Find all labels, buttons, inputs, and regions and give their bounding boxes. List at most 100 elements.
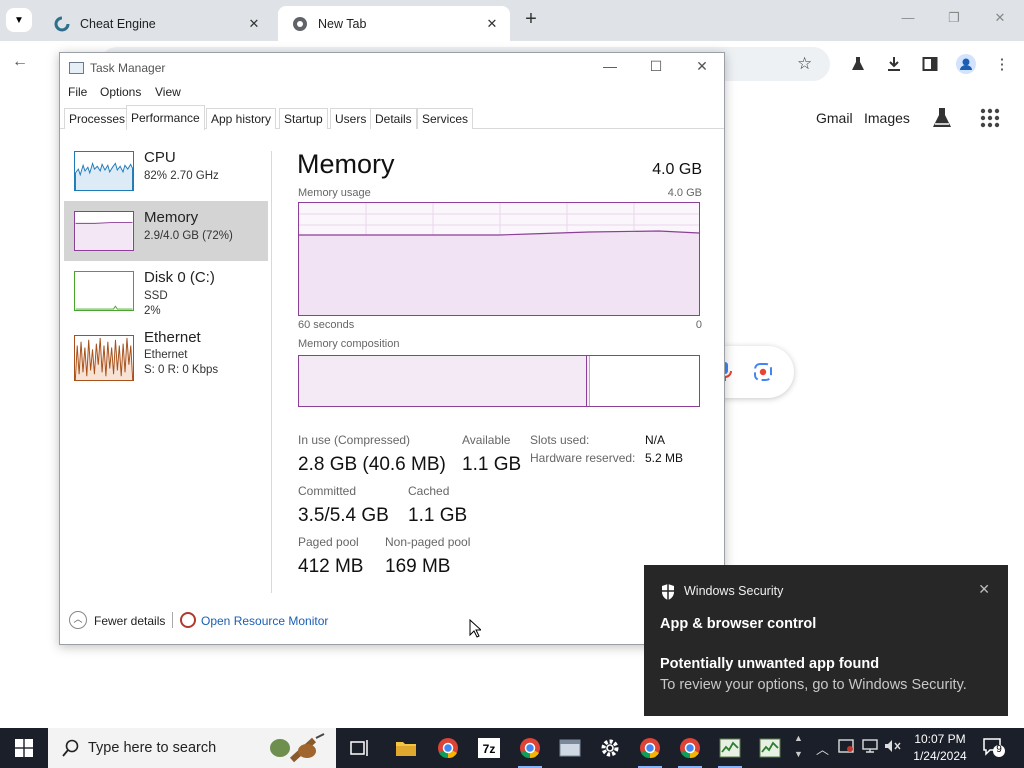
- chrome-icon: [520, 738, 540, 759]
- taskbar-7zip[interactable]: 7z: [469, 728, 509, 768]
- download-icon[interactable]: [883, 53, 905, 75]
- slots-used-label: Slots used:: [530, 433, 590, 447]
- labs-icon[interactable]: [847, 53, 869, 75]
- 7zip-icon: 7z: [478, 738, 500, 758]
- tab-title: Cheat Engine: [80, 16, 156, 31]
- fewer-details-link[interactable]: Fewer details: [94, 614, 165, 628]
- tab-bar: Processes Performance App history Startu…: [60, 105, 724, 130]
- tab-details[interactable]: Details: [370, 108, 417, 129]
- chevron-down-icon: ▼: [14, 14, 24, 26]
- tab-new-tab[interactable]: New Tab ✕: [278, 6, 510, 41]
- gmail-link[interactable]: Gmail: [816, 110, 853, 126]
- windows-security-toast[interactable]: Windows Security ✕ App & browser control…: [644, 565, 1008, 716]
- modified-segment: [587, 356, 590, 406]
- open-resource-monitor-link[interactable]: Open Resource Monitor: [201, 614, 328, 628]
- volume-muted-icon[interactable]: [884, 739, 902, 756]
- kebab-menu-icon[interactable]: ⋮: [991, 53, 1013, 75]
- chevron-up-icon[interactable]: ︿: [69, 611, 87, 629]
- tab-app-history[interactable]: App history: [206, 108, 277, 129]
- menu-options[interactable]: Options: [100, 85, 141, 99]
- network-icon[interactable]: [862, 739, 878, 756]
- close-tab-icon[interactable]: ✕: [246, 16, 262, 32]
- minimize-icon[interactable]: —: [597, 58, 623, 74]
- action-center-button[interactable]: 9: [982, 737, 1006, 764]
- tab-processes[interactable]: Processes: [64, 108, 131, 129]
- sidebar-item-memory[interactable]: Memory 2.9/4.0 GB (72%): [64, 201, 268, 261]
- maximize-icon[interactable]: ☐: [643, 58, 669, 75]
- chrome-icon: [680, 738, 700, 759]
- menu-file[interactable]: File: [68, 85, 87, 99]
- tab-startup[interactable]: Startup: [279, 108, 328, 129]
- sidebar-item-detail: 2.9/4.0 GB (72%): [144, 230, 233, 242]
- taskbar-app-window[interactable]: [550, 728, 590, 768]
- start-button[interactable]: [0, 728, 48, 768]
- taskbar-settings[interactable]: [590, 728, 630, 768]
- taskbar-chrome-2[interactable]: [510, 728, 550, 768]
- lens-search-icon[interactable]: [754, 363, 772, 386]
- cpu-mini-graph: [74, 151, 134, 191]
- graph-time-right: 0: [695, 319, 702, 331]
- memory-total: 4.0 GB: [652, 161, 702, 178]
- menu-view[interactable]: View: [155, 85, 181, 99]
- task-manager-icon: [759, 738, 781, 758]
- ethernet-mini-graph: [74, 335, 134, 381]
- tab-cheat-engine[interactable]: Cheat Engine ✕: [40, 6, 272, 41]
- search-labs-icon[interactable]: [930, 106, 954, 135]
- close-tab-icon[interactable]: ✕: [484, 16, 500, 32]
- task-view-button[interactable]: [340, 728, 380, 768]
- search-placeholder: Type here to search: [88, 740, 217, 756]
- system-clock[interactable]: 10:07 PM 1/24/2024: [906, 731, 974, 765]
- page-title: Memory: [297, 149, 395, 179]
- profile-avatar-icon[interactable]: [955, 53, 977, 75]
- security-tray-icon[interactable]: [838, 739, 854, 756]
- taskbar-task-manager[interactable]: [710, 728, 750, 768]
- search-icon: [62, 739, 80, 762]
- tab-services[interactable]: Services: [417, 108, 474, 129]
- windows-logo-icon: [15, 739, 33, 757]
- memory-composition-label: Memory composition: [298, 338, 400, 350]
- cached-label: Cached: [408, 484, 450, 498]
- sidebar-item-name: CPU: [144, 149, 176, 166]
- taskbar-chrome-4[interactable]: [670, 728, 710, 768]
- close-window-icon[interactable]: ✕: [989, 10, 1011, 26]
- taskbar-task-manager-2[interactable]: [750, 728, 790, 768]
- restore-icon[interactable]: ❐: [943, 10, 965, 26]
- images-link[interactable]: Images: [864, 110, 910, 126]
- non-paged-pool-value: 169 MB: [385, 556, 451, 577]
- in-use-label: In use (Compressed): [298, 433, 411, 447]
- sidebar-item-cpu[interactable]: CPU 82% 2.70 GHz: [64, 141, 268, 201]
- footer-divider: [172, 612, 173, 628]
- new-tab-button[interactable]: +: [520, 9, 542, 31]
- minimize-icon[interactable]: —: [897, 10, 919, 25]
- taskbar-chrome-3[interactable]: [630, 728, 670, 768]
- tab-users[interactable]: Users: [330, 108, 372, 129]
- committed-label: Committed: [298, 484, 357, 498]
- toast-source: Windows Security: [684, 584, 784, 598]
- sidebar-item-detail-2: 2%: [144, 305, 161, 317]
- task-manager-titlebar[interactable]: Task Manager — ☐ ✕: [60, 53, 724, 83]
- in-use-value: 2.8 GB (40.6 MB): [298, 454, 446, 475]
- taskbar-search-box[interactable]: Type here to search: [48, 728, 336, 768]
- tab-search-button[interactable]: ▼: [6, 8, 32, 32]
- task-manager-footer: ︿ Fewer details Open Resource Monitor: [60, 603, 724, 639]
- sidebar-item-ethernet[interactable]: Ethernet Ethernet S: 0 R: 0 Kbps: [64, 321, 268, 381]
- cached-value: 1.1 GB: [408, 505, 468, 526]
- taskbar-chrome-1[interactable]: [428, 728, 468, 768]
- sidebar-item-name: Disk 0 (C:): [144, 269, 215, 286]
- show-hidden-icons-chevron[interactable]: ︿: [816, 739, 829, 758]
- tab-performance[interactable]: Performance: [126, 105, 205, 130]
- toast-heading: App & browser control: [660, 616, 817, 632]
- taskbar-scroll-arrows[interactable]: ▲ ▼: [794, 730, 803, 762]
- sidebar-item-disk[interactable]: Disk 0 (C:) SSD 2%: [64, 261, 268, 321]
- gear-icon: [601, 739, 619, 757]
- chrome-icon: [292, 16, 308, 32]
- sidebar-item-detail: Ethernet: [144, 349, 188, 361]
- in-use-segment: [299, 356, 587, 406]
- close-icon[interactable]: ✕: [689, 58, 715, 75]
- google-apps-icon[interactable]: [980, 108, 1000, 133]
- bookmark-star-icon[interactable]: ☆: [797, 54, 812, 74]
- close-icon[interactable]: ✕: [978, 581, 990, 598]
- back-arrow-icon[interactable]: ←: [12, 53, 28, 71]
- taskbar-file-explorer[interactable]: [386, 728, 426, 768]
- side-panel-icon[interactable]: [919, 53, 941, 75]
